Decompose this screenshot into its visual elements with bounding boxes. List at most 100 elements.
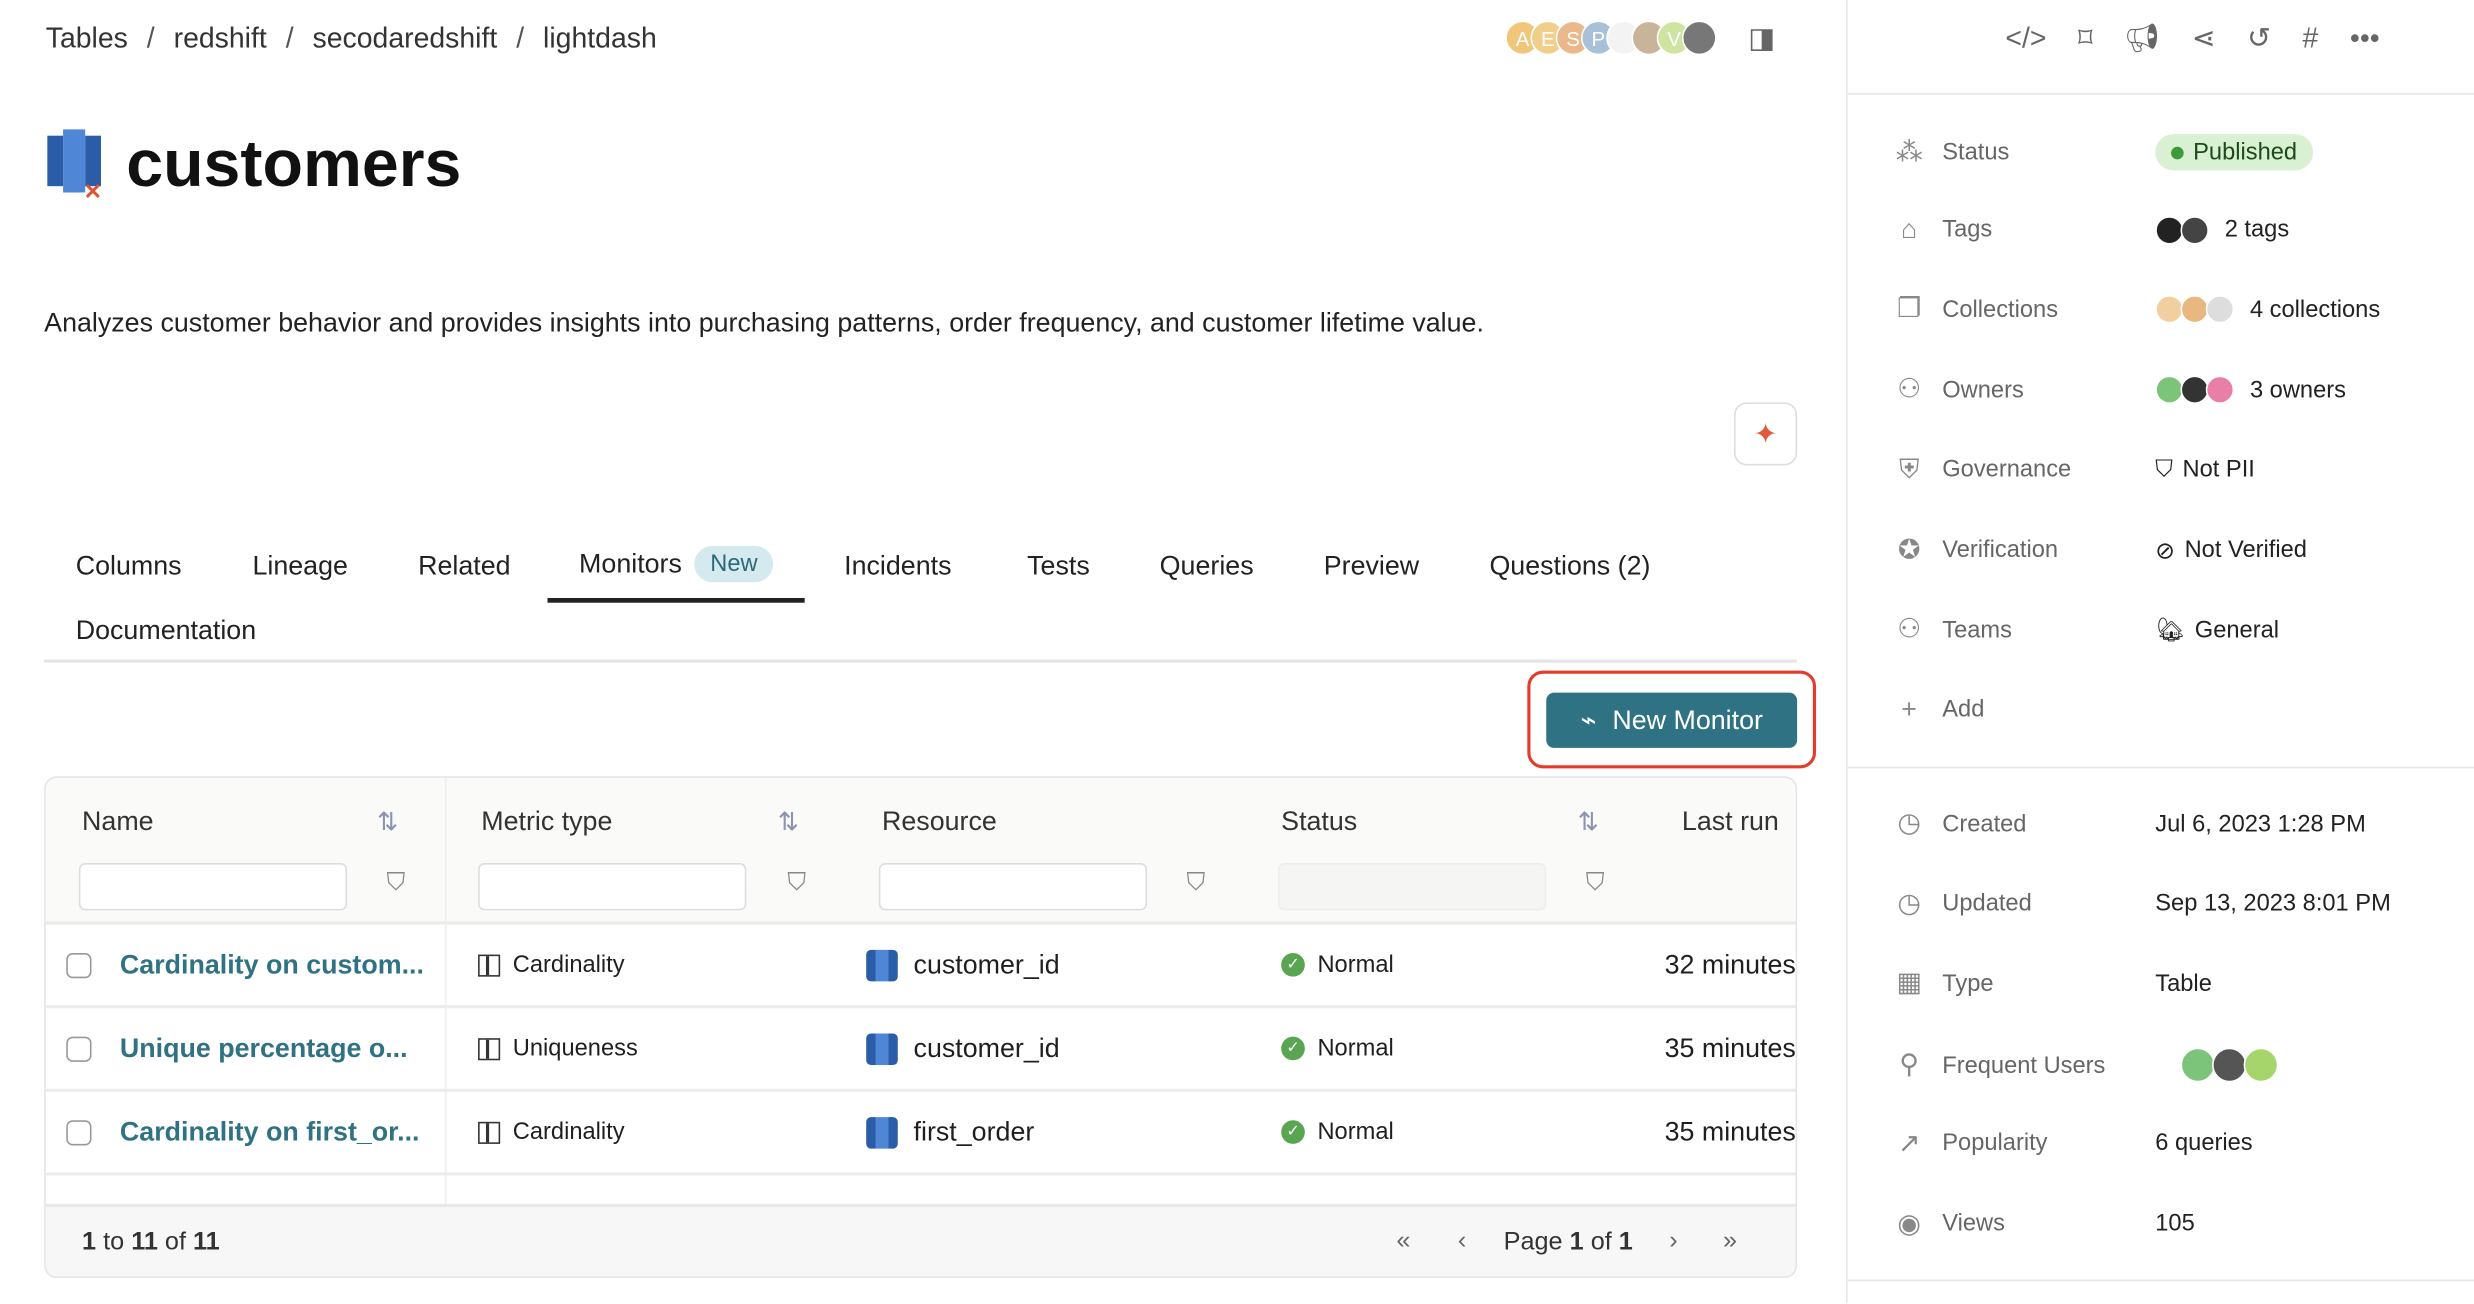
col-last-run[interactable]: Last run	[1682, 806, 1779, 838]
table-row[interactable]: Cardinality on custom... Cardinality cus…	[45, 925, 1796, 1009]
breadcrumb: Tables / redshift / secodaredshift / lightd…	[45, 22, 657, 55]
col-status[interactable]: Status	[1281, 806, 1357, 838]
page-indicator: Page 1 of 1	[1503, 1229, 1633, 1256]
sort-icon[interactable]: ⇅	[778, 806, 799, 838]
property-owners[interactable]: ⚇ Owners 3 owners	[1892, 374, 2460, 406]
description: Analyzes customer behavior and provides …	[44, 307, 1484, 338]
tab-monitors[interactable]: Monitors New	[547, 530, 805, 603]
trend-icon: ↗	[1897, 1127, 1921, 1158]
col-metric-type[interactable]: Metric type	[481, 806, 612, 838]
tab-queries[interactable]: Queries	[1128, 530, 1285, 603]
breadcrumb-lightdash[interactable]: lightdash	[543, 22, 657, 55]
history-icon[interactable]: ↺	[2247, 22, 2271, 55]
redshift-column-icon	[866, 1116, 898, 1148]
status-badge[interactable]: Published	[2155, 134, 2313, 171]
resource-name[interactable]: customer_id	[914, 949, 1060, 981]
viewer-avatars[interactable]: AESPV	[1505, 20, 1717, 56]
shield-icon: ⛉	[2155, 456, 2174, 484]
property-add[interactable]: + Add	[1892, 694, 2460, 726]
table-row[interactable]: Cardinality on first_or... Cardinality f…	[45, 1092, 1796, 1176]
resource-filter-input[interactable]	[878, 863, 1148, 911]
monitor-name-link[interactable]: Cardinality on first_or...	[120, 1116, 420, 1148]
tab-documentation[interactable]: Documentation	[44, 595, 288, 668]
tab-questions[interactable]: Questions (2)	[1458, 530, 1682, 603]
grid-icon: ▦	[1896, 967, 1922, 998]
property-views[interactable]: ◉ Views 105	[1892, 1208, 2460, 1240]
filter-icon[interactable]: ⛉	[787, 869, 806, 897]
table-row[interactable]: Unique percentage o... Uniqueness custom…	[45, 1008, 1796, 1092]
metric-filter-input[interactable]	[478, 863, 747, 911]
status-filter-input[interactable]	[1278, 863, 1547, 911]
filter-icon[interactable]: ⛉	[1187, 869, 1206, 897]
monitor-name-link[interactable]: Unique percentage o...	[120, 1033, 408, 1065]
announce-icon[interactable]: 📢︎	[2124, 22, 2160, 55]
team-icon: ⚇	[1897, 614, 1922, 645]
status-text: Normal	[1317, 1118, 1394, 1146]
new-monitor-button[interactable]: ⌁ New Monitor	[1546, 692, 1798, 748]
more-icon[interactable]: •••	[2350, 22, 2380, 55]
last-run: 35 minutes	[1664, 1116, 1796, 1147]
ai-sparkle-button[interactable]: ✦	[1734, 402, 1798, 466]
toggle-sidebar-icon[interactable]: ◨	[1748, 22, 1775, 55]
sort-icon[interactable]: ⇅	[377, 806, 398, 838]
user-icon: ⚇	[1897, 374, 1922, 405]
resource-name[interactable]: first_order	[914, 1116, 1035, 1148]
col-resource[interactable]: Resource	[882, 806, 997, 838]
property-status[interactable]: ⁂ Status Published	[1892, 134, 2460, 171]
property-popularity[interactable]: ↗ Popularity 6 queries	[1892, 1128, 2460, 1160]
tab-related[interactable]: Related	[387, 530, 543, 603]
breadcrumb-tables[interactable]: Tables	[46, 22, 128, 55]
share-icon[interactable]: ⋖	[2192, 22, 2216, 55]
new-badge: New	[694, 545, 774, 583]
breadcrumb-redshift[interactable]: redshift	[174, 22, 267, 55]
row-checkbox[interactable]	[66, 952, 92, 978]
monitor-name-link[interactable]: Cardinality on custom...	[120, 949, 424, 981]
check-circle-icon: ✓	[1281, 1036, 1305, 1061]
property-updated[interactable]: ◷ Updated Sep 13, 2023 8:01 PM	[1892, 888, 2460, 920]
filter-icon[interactable]: ⛉	[1586, 869, 1605, 897]
tab-preview[interactable]: Preview	[1292, 530, 1451, 603]
resource-name[interactable]: customer_id	[914, 1033, 1060, 1065]
property-tags[interactable]: ⌂ Tags 2 tags	[1892, 214, 2460, 246]
clock-icon: ◷	[1897, 807, 1921, 838]
row-checkbox[interactable]	[66, 1119, 92, 1145]
tab-bar: Columns Lineage Related Monitors New Inci…	[44, 530, 1798, 663]
metric-icon	[478, 1037, 501, 1060]
eye-icon: ◉	[1897, 1207, 1921, 1238]
sort-icon[interactable]: ⇅	[1578, 806, 1599, 838]
last-page-icon[interactable]: »	[1723, 1228, 1737, 1256]
status-icon: ⁂	[1895, 136, 1923, 167]
name-filter-input[interactable]	[78, 863, 348, 911]
prev-page-icon[interactable]: ‹	[1458, 1228, 1466, 1256]
metric-icon	[478, 1121, 501, 1144]
clock-icon: ◷	[1897, 887, 1921, 918]
svg-text:✕: ✕	[84, 179, 103, 202]
bookmark-icon[interactable]: ⌑	[2078, 22, 2093, 55]
plus-icon: +	[1901, 694, 1917, 725]
tab-tests[interactable]: Tests	[996, 530, 1122, 603]
first-page-icon[interactable]: «	[1396, 1228, 1410, 1256]
tab-incidents[interactable]: Incidents	[813, 530, 983, 603]
tab-columns[interactable]: Columns	[44, 530, 213, 603]
slack-icon[interactable]: #	[2303, 22, 2319, 55]
filter-icon[interactable]: ⛉	[387, 869, 406, 897]
property-type[interactable]: ▦ Type Table	[1892, 968, 2460, 1000]
check-circle-icon: ✓	[1281, 952, 1305, 977]
tab-lineage[interactable]: Lineage	[221, 530, 380, 603]
col-name[interactable]: Name	[82, 806, 154, 838]
row-checkbox[interactable]	[66, 1035, 92, 1062]
last-run: 35 minutes	[1664, 1032, 1796, 1063]
breadcrumb-secodaredshift[interactable]: secodaredshift	[313, 22, 498, 55]
property-verification[interactable]: ✪ Verification ⊘ Not Verified	[1892, 534, 2460, 566]
property-frequent-users[interactable]: ⚲ Frequent Users	[1892, 1047, 2460, 1083]
avatar[interactable]	[1681, 20, 1717, 56]
metric-type: Uniqueness	[512, 1035, 638, 1062]
team-emoji-icon: 🏡︎	[2155, 617, 2186, 645]
code-icon[interactable]: </>	[2005, 22, 2046, 55]
property-governance[interactable]: ⛨ Governance ⛉ Not PII	[1892, 454, 2460, 486]
property-teams[interactable]: ⚇ Teams 🏡︎ General	[1892, 614, 2460, 646]
table-header: Name ⇅ ⛉ Metric type ⇅ ⛉ Resource ⛉ Stat…	[45, 777, 1796, 925]
next-page-icon[interactable]: ›	[1669, 1228, 1677, 1256]
property-created[interactable]: ◷ Created Jul 6, 2023 1:28 PM	[1892, 808, 2460, 840]
property-collections[interactable]: ❐ Collections 4 collections	[1892, 294, 2460, 326]
